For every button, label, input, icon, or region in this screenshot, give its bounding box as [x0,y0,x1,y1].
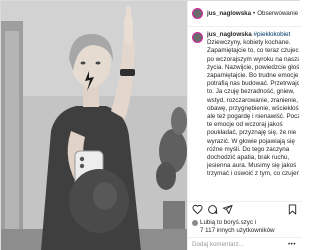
caption-line: Dziewczyny, kobiety kochane. [207,39,291,47]
caption-line: ale też pogardę i nienawiść. Poczujcie [207,113,299,121]
caption-line: jesienna aura. Musimy się jakoś [207,162,297,170]
caption-line: wyrazić. W głowie pojawiają się [207,137,295,145]
caption-hashtag[interactable]: #piekłokobiet [254,31,291,38]
instagram-post-embed: jus_naglowska • Obserwowanie jus_naglows… [0,0,302,250]
caption-line: dochodzić apatia, brak ruchu, [207,154,290,162]
likes-summary: Lubią to boryś.szyc i 7 117 innych użytk… [192,219,300,234]
more-options-icon[interactable]: ••• [288,241,296,248]
mirror-selfie-image [1,1,187,250]
caption-area: jus_naglowska #piekłokobiet Dziewczyny, … [188,29,302,201]
bookmark-icon[interactable] [287,204,298,215]
following-button[interactable]: Obserwowanie [257,10,298,17]
header-username[interactable]: jus_naglowska [207,10,251,17]
caption-body: jus_naglowska #piekłokobiet Dziewczyny, … [207,31,299,179]
caption-username[interactable]: jus_naglowska [207,31,252,38]
caption-line: potrafią nas budować. Przetrwajcie [207,80,299,88]
caption-fade [188,179,302,201]
post-header: jus_naglowska • Obserwowanie [188,1,302,27]
comment-input[interactable] [192,241,288,248]
avatar[interactable] [192,8,203,19]
caption-line: różne myśli. Do tego zaczyna [207,145,290,153]
post-photo[interactable] [1,1,187,250]
caption-line: to. Ja czuję bezradność, gniew, [207,88,295,96]
header-separator: • [253,10,256,17]
comment-box: ••• [188,237,302,250]
caption-line: te emocje od wczoraj jakoś [207,121,283,129]
likes-count[interactable]: 7 117 innych użytkowników [192,227,300,235]
caption-line: po wczorajszym wyroku na naszą [207,55,299,63]
post-side-panel: jus_naglowska • Obserwowanie jus_naglows… [187,1,302,250]
liker-avatar[interactable] [192,219,198,226]
heart-icon[interactable] [192,204,203,215]
action-bar [188,201,302,217]
caption-line: wstyd, rozczarowanie, zranienie, [207,96,298,104]
likes-first-line[interactable]: Lubią to boryś.szyc i [200,219,256,227]
caption-line: Zapamiętajcie to, co teraz czujecie [207,47,299,55]
caption-first-line: jus_naglowska #piekłokobiet [207,31,299,39]
comment-icon[interactable] [207,204,218,215]
caption-avatar[interactable] [192,32,203,43]
caption-row: jus_naglowska #piekłokobiet Dziewczyny, … [192,31,299,179]
caption-line: zapamiętajcie. Bo trudne emocje [207,72,299,80]
likes-row: Lubią to boryś.szyc i [192,219,300,227]
caption-line: obawę, przygnębienie, wściekłość, [207,104,299,112]
caption-line: trzymać i oswoić z tym, co czujemy. [207,170,299,178]
caption-line: poukładać, przyznaję się, że nie [207,129,297,137]
share-icon[interactable] [222,204,233,215]
caption-line: życia. Nazwijcie, powiedzcie głośno, [207,63,299,71]
